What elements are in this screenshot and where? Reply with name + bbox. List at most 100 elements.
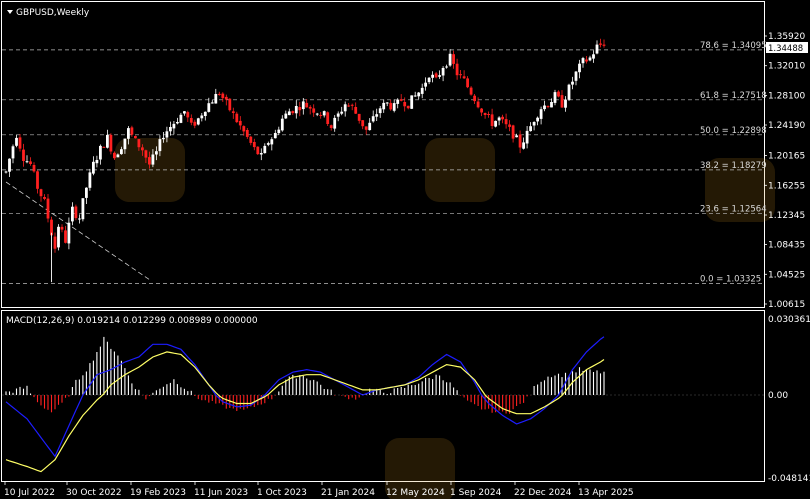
candle-body [326,112,330,124]
candle-body [158,139,162,152]
candle-body [144,150,148,158]
fibonacci-level-label: 0.0 = 1.03325 [700,274,761,284]
price-axis-label: 1.20165 [768,152,805,162]
candle-body [39,189,43,197]
candle-body [592,54,595,59]
candle-body [340,111,344,114]
time-axis-label: 1 Oct 2023 [257,488,307,498]
candle-body [399,99,403,101]
candle-body [231,111,235,113]
candle-body [245,130,249,137]
candle-body [74,206,78,219]
candle-body [406,105,410,109]
candle-body [515,135,518,138]
candle-body [301,101,305,110]
candle-body [357,113,361,121]
candle-body [277,129,281,134]
candle-body [193,121,197,126]
candle-body [155,151,158,155]
candle-body [32,165,36,172]
candle-body [578,63,581,73]
fibonacci-level-label: 61.8 = 1.27518 [700,91,767,101]
time-axis-label: 10 Jul 2022 [4,488,55,498]
candle-body [585,59,588,62]
candle-body [148,157,151,165]
candle-body [490,114,494,126]
macd-axis-min: -0.048141 [768,474,810,484]
candle-body [557,91,560,97]
price-axis-label: 1.00615 [768,300,805,310]
candle-body [312,108,316,113]
candle-body [165,131,169,138]
candle-body [518,134,522,148]
candle-body [92,161,95,174]
candle-body [564,99,567,108]
candle-body [466,78,469,88]
candle-body [424,82,427,87]
candle-body [483,113,487,115]
candle-body [511,125,515,139]
candle-body [25,161,29,163]
candle-body [413,95,417,97]
candle-body [15,137,18,146]
candle-body [95,160,99,164]
candle-body [553,92,557,103]
candle-body [172,123,176,129]
candle-body [162,137,165,140]
time-axis-label: 1 Sep 2024 [450,488,502,498]
candle-body [263,145,267,154]
macd-axis-zero: 0.00 [768,391,788,401]
candle-body [487,114,490,115]
fibonacci-level-label: 78.6 = 1.34095 [700,41,767,51]
candle-body [427,77,431,83]
candle-body [102,146,106,148]
macd-axis-max: 0.030361 [768,315,810,325]
price-axis-label: 1.32010 [768,62,805,72]
trading-chart-window[interactable]: 78.6 = 1.34095 61.8 = 1.27518 50.0 = 1.228… [0,0,810,499]
candle-body [319,115,323,116]
time-axis-label: 12 May 2024 [386,488,445,498]
candle-body [186,112,190,118]
candle-body [420,87,424,94]
candle-body [378,108,382,114]
candle-body [109,134,113,152]
price-axis-label: 1.35920 [768,32,805,42]
candle-body [308,106,312,109]
candle-body [522,142,525,149]
candle-body [588,57,592,61]
candle-body [455,63,459,76]
fibonacci-level-label: 38.2 = 1.18279 [700,161,767,171]
candle-body [546,106,550,108]
candle-body [256,146,260,155]
candle-body [581,58,585,64]
candle-body [480,108,483,113]
candle-body [473,95,476,102]
candle-body [501,116,504,120]
candle-body [504,119,508,125]
current-price-label: 1.34488 [768,44,803,54]
candle-body [116,154,120,158]
candle-body [53,236,57,249]
candle-body [81,198,85,220]
candle-body [123,138,127,150]
candle-body [550,102,553,108]
fibonacci-level-label: 23.6 = 1.12564 [700,204,767,214]
candle-body [371,116,375,122]
candle-body [43,197,46,199]
candle-body [207,103,211,112]
price-axis-label: 1.24190 [768,121,805,131]
candle-body [228,98,232,111]
candle-body [434,73,438,78]
candle-body [539,109,543,119]
candle-body [217,93,221,95]
candle-body [210,102,214,104]
candle-body [67,222,71,244]
candle-body [183,111,186,114]
candle-body [595,44,599,54]
candle-body [529,126,532,132]
candle-body [151,154,155,165]
candle-body [368,122,372,131]
candle-body [403,102,407,107]
candle-body [120,149,123,155]
candle-body [431,74,434,78]
